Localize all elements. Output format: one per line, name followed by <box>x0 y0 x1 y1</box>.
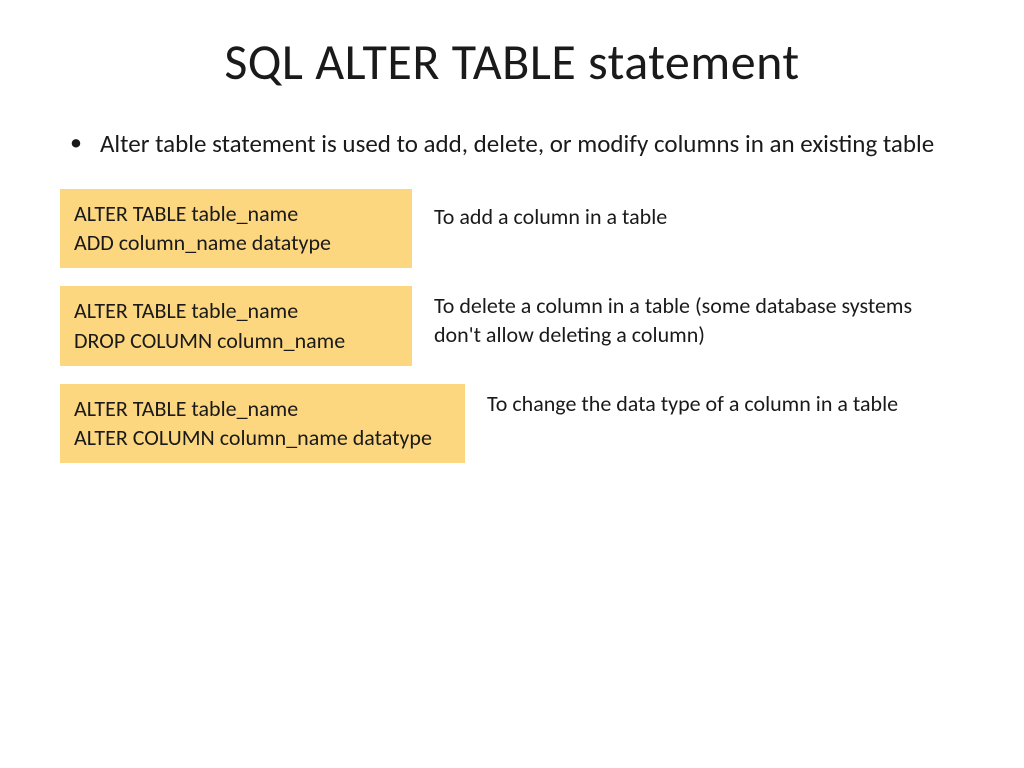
bullet-item: • Alter table statement is used to add, … <box>70 127 964 161</box>
example-row-add: ALTER TABLE table_name ADD column_name d… <box>60 189 964 268</box>
example-row-alter: ALTER TABLE table_name ALTER COLUMN colu… <box>60 384 964 463</box>
code-box-drop: ALTER TABLE table_name DROP COLUMN colum… <box>60 286 412 365</box>
code-box-add: ALTER TABLE table_name ADD column_name d… <box>60 189 412 268</box>
slide-title: SQL ALTER TABLE statement <box>60 32 964 93</box>
description-alter: To change the data type of a column in a… <box>487 384 898 419</box>
description-drop: To delete a column in a table (some data… <box>434 286 914 349</box>
bullet-marker: • <box>70 131 82 155</box>
slide: SQL ALTER TABLE statement • Alter table … <box>0 0 1024 768</box>
code-box-alter: ALTER TABLE table_name ALTER COLUMN colu… <box>60 384 465 463</box>
bullet-text: Alter table statement is used to add, de… <box>100 127 934 161</box>
description-add: To add a column in a table <box>434 189 667 232</box>
example-row-drop: ALTER TABLE table_name DROP COLUMN colum… <box>60 286 964 365</box>
